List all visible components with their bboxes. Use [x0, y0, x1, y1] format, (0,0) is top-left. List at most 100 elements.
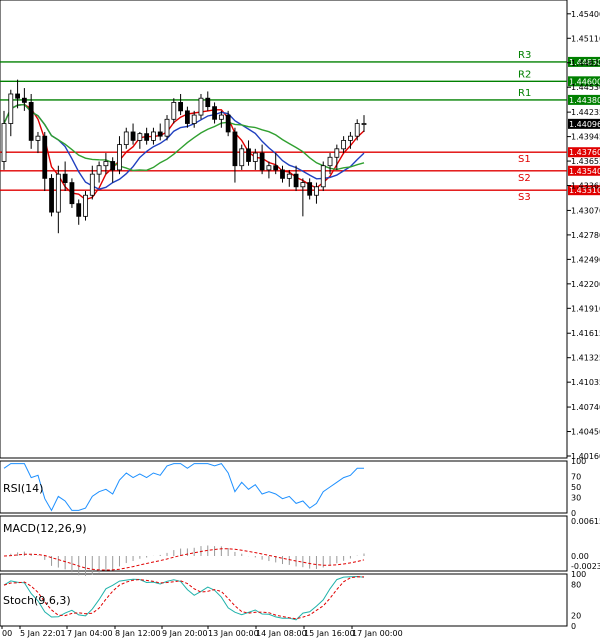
- candle-body: [178, 102, 184, 112]
- candle-body: [191, 114, 197, 124]
- y-tick-label: 1.41910: [571, 304, 600, 313]
- candle-body: [334, 148, 340, 158]
- candle-body: [354, 123, 360, 137]
- candle-body: [307, 182, 313, 196]
- candle-body: [300, 182, 306, 188]
- candle-body: [252, 152, 258, 162]
- candle-body: [103, 161, 109, 167]
- y-tick-label: 1.40740: [571, 403, 600, 412]
- y-tick-label: 1.44530: [571, 83, 600, 92]
- x-tick-label: 00: [2, 629, 12, 638]
- x-tick-label: 15 Jan 16:00: [304, 629, 355, 638]
- level-price-label: 1.44380: [569, 96, 600, 105]
- candle-body: [266, 165, 272, 171]
- y-tick-label: 1.42490: [571, 255, 600, 264]
- candle-body: [69, 182, 75, 205]
- y-tick-label: 1.42200: [571, 280, 600, 289]
- stoch-tick-label: 100: [571, 570, 586, 579]
- candle-body: [83, 194, 88, 217]
- x-tick-label: 7 Jan 04:00: [67, 629, 113, 638]
- candle-body: [184, 110, 190, 124]
- rsi-tick-label: 50: [571, 483, 581, 492]
- x-tick-label: 8 Jan 12:00: [115, 629, 161, 638]
- candle-body: [212, 106, 217, 120]
- candle-body: [62, 173, 68, 183]
- candle-body: [348, 135, 353, 141]
- candle-body: [198, 97, 204, 116]
- candle-body: [130, 131, 136, 141]
- candle-body: [89, 173, 95, 196]
- y-tick-label: 1.44235: [571, 108, 600, 117]
- y-tick-label: 1.43945: [571, 133, 600, 142]
- rsi-tick-label: 30: [571, 493, 581, 502]
- candle-body: [293, 173, 299, 188]
- y-tick-label: 1.43365: [571, 182, 600, 191]
- candle-body: [361, 123, 367, 125]
- candle-body: [151, 131, 156, 141]
- candle-body: [164, 118, 170, 137]
- candle-body: [218, 114, 224, 120]
- candle-body: [21, 97, 27, 103]
- candle-body: [117, 144, 122, 171]
- macd-title: MACD(12,26,9): [3, 522, 87, 535]
- candle-body: [280, 169, 285, 179]
- candle-body: [273, 165, 279, 171]
- candle-body: [232, 131, 238, 167]
- level-name-r1: R1: [518, 88, 531, 99]
- rsi-panel: [0, 460, 568, 514]
- y-tick-label: 1.43655: [571, 157, 600, 166]
- stoch-tick-label: 80: [571, 580, 581, 589]
- candle-body: [15, 93, 20, 99]
- stoch-title: Stoch(9,6,3): [3, 594, 71, 607]
- candle-body: [123, 131, 129, 146]
- candle-body: [35, 135, 41, 141]
- rsi-tick-label: 70: [571, 473, 581, 482]
- macd-tick-label: 0.006151: [571, 517, 600, 526]
- level-name-s3: S3: [518, 192, 531, 203]
- candle-body: [225, 114, 231, 133]
- price-panel: [0, 0, 568, 459]
- y-tick-label: 1.41035: [571, 378, 600, 387]
- stoch-tick-label: 20: [571, 612, 581, 621]
- candle-body: [205, 97, 211, 108]
- level-name-s1: S1: [518, 154, 531, 165]
- x-tick-label: 17 Jan 00:00: [352, 629, 403, 638]
- y-tick-label: 1.41325: [571, 354, 600, 363]
- candle-body: [320, 165, 326, 188]
- x-tick-label: 5 Jan 22:01: [20, 629, 66, 638]
- level-price-label: 1.43540: [569, 167, 600, 176]
- y-tick-label: 1.45400: [571, 10, 600, 19]
- candle-body: [246, 148, 251, 162]
- macd-tick-label: 0.00: [571, 552, 589, 561]
- candle-body: [327, 156, 333, 167]
- chart: R31.44830R21.44600R11.44380S11.43760S21.…: [0, 0, 600, 638]
- current-price-label: 1.44096: [569, 120, 600, 129]
- candle-body: [239, 148, 245, 167]
- y-tick-label: 1.41615: [571, 329, 600, 338]
- stoch-tick-label: 0: [571, 622, 576, 631]
- candle-body: [137, 133, 143, 141]
- candle-body: [28, 102, 34, 141]
- candle-body: [42, 135, 48, 179]
- rsi-tick-label: 100: [571, 457, 586, 466]
- y-tick-label: 1.42780: [571, 231, 600, 240]
- level-name-r3: R3: [518, 50, 531, 61]
- candle-body: [259, 152, 265, 171]
- candle-body: [1, 123, 7, 162]
- x-tick-label: 13 Jan 00:00: [208, 629, 259, 638]
- candle-body: [76, 203, 82, 217]
- candle-body: [8, 93, 14, 124]
- x-tick-label: 14 Jan 08:00: [256, 629, 307, 638]
- candle-body: [314, 186, 319, 196]
- candle-body: [110, 161, 116, 171]
- y-tick-label: 1.45110: [571, 34, 600, 43]
- y-tick-label: 1.40450: [571, 428, 600, 437]
- level-name-r2: R2: [518, 69, 531, 80]
- rsi-title: RSI(14): [3, 482, 43, 495]
- candle-body: [96, 165, 102, 175]
- level-price-label: 1.43760: [569, 148, 600, 157]
- candle-body: [157, 131, 163, 137]
- candle-body: [55, 173, 61, 213]
- x-tick-label: 9 Jan 20:00: [162, 629, 208, 638]
- y-tick-label: 1.43070: [571, 206, 600, 215]
